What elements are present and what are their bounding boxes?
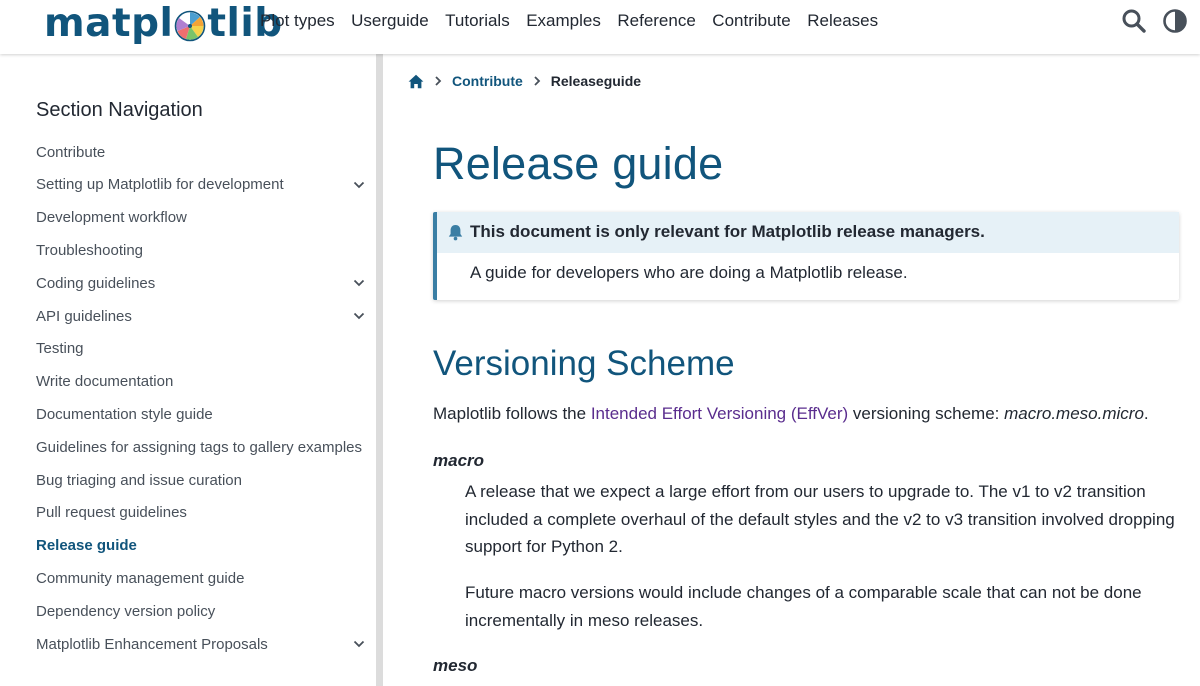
sidebar-item-setting-up-matplotlib-for-development[interactable]: Setting up Matplotlib for development [36,172,372,198]
chevron-right-icon [534,76,541,86]
intro-text: Maplotlib follows the [433,404,591,423]
breadcrumb: Contribute Releaseguide [408,71,641,91]
sidebar-item-write-documentation[interactable]: Write documentation [36,369,372,395]
sidebar-item-matplotlib-enhancement-proposals[interactable]: Matplotlib Enhancement Proposals [36,631,372,657]
sidebar-item-development-workflow[interactable]: Development workflow [36,205,372,231]
theme-toggle-icon[interactable] [1162,8,1188,34]
effver-link[interactable]: Intended Effort Versioning (EffVer) [591,404,848,423]
intro-text-end: . [1143,404,1149,423]
chevron-down-icon[interactable] [352,309,366,323]
breadcrumb-contribute-link[interactable]: Contribute [452,73,523,89]
sidebar-scrollbar[interactable] [376,54,383,686]
sidebar-item-label: Community management guide [36,569,245,587]
section-heading-versioning: Versioning Scheme [433,344,735,383]
breadcrumb-current: Releaseguide [550,73,642,89]
nav-plot-types[interactable]: Plot types [260,10,335,32]
nav-tutorials[interactable]: Tutorials [445,10,510,32]
sidebar-item-label: Bug triaging and issue curation [36,471,242,489]
admonition-note: This document is only relevant for Matpl… [433,212,1179,300]
bell-icon [448,225,463,241]
nav-userguide[interactable]: Userguide [351,10,429,32]
sidebar-item-label: Setting up Matplotlib for development [36,176,284,194]
sidebar-item-label: Pull request guidelines [36,504,187,522]
nav-contribute[interactable]: Contribute [712,10,790,32]
sidebar-item-label: Matplotlib Enhancement Proposals [36,635,268,653]
sidebar-item-label: Documentation style guide [36,405,213,423]
sidebar-item-pull-request-guidelines[interactable]: Pull request guidelines [36,500,372,526]
chevron-down-icon[interactable] [352,637,366,651]
sidebar-item-label: Troubleshooting [36,241,144,259]
sidebar-item-release-guide[interactable]: Release guide [36,533,372,559]
definition-term-macro: macro [433,451,485,470]
logo-text-left: matpl [44,0,174,46]
search-icon[interactable] [1121,8,1147,34]
version-scheme: macro.meso.micro [1004,404,1144,423]
admonition-body: A guide for developers who are doing a M… [470,263,908,282]
sidebar-item-label: Write documentation [36,373,174,391]
sidebar-item-label: API guidelines [36,307,132,325]
admonition-title: This document is only relevant for Matpl… [470,222,985,241]
sidebar-item-troubleshooting[interactable]: Troubleshooting [36,237,372,263]
section-navigation-title: Section Navigation [36,99,203,121]
chevron-down-icon[interactable] [352,178,366,192]
sidebar-item-label: Release guide [36,537,137,555]
logo-wheel-icon [175,10,206,42]
sidebar-item-label: Coding guidelines [36,274,156,292]
sidebar-item-testing[interactable]: Testing [36,336,372,362]
sidebar-item-label: Dependency version policy [36,602,216,620]
sidebar-item-dependency-version-policy[interactable]: Dependency version policy [36,598,372,624]
page-title: Release guide [433,138,724,189]
home-icon[interactable] [408,74,424,89]
matplotlib-logo[interactable]: matpl tlib [44,0,283,46]
sidebar-item-label: Guidelines for assigning tags to gallery… [36,438,363,456]
nav-reference[interactable]: Reference [617,10,695,32]
sidebar-item-documentation-style-guide[interactable]: Documentation style guide [36,401,372,427]
versioning-intro: Maplotlib follows the Intended Effort Ve… [433,404,1149,424]
sidebar-item-label: Contribute [36,143,106,161]
chevron-down-icon[interactable] [352,276,366,290]
definition-term-meso: meso [433,656,478,675]
sidebar-item-contribute[interactable]: Contribute [36,139,372,165]
intro-text-after: versioning scheme: [848,404,1005,423]
chevron-right-icon [435,76,442,86]
sidebar-item-label: Testing [36,340,84,358]
top-navbar: matpl tlib Plot types Userguide Tutorial… [0,0,1200,54]
sidebar-item-guidelines-for-assigning-tags-to-gallery-examples[interactable]: Guidelines for assigning tags to gallery… [36,434,372,460]
sidebar-item-coding-guidelines[interactable]: Coding guidelines [36,270,372,296]
sidebar-item-label: Development workflow [36,209,187,227]
sidebar-item-bug-triaging-and-issue-curation[interactable]: Bug triaging and issue curation [36,467,372,493]
nav-releases[interactable]: Releases [807,10,878,32]
sidebar-item-community-management-guide[interactable]: Community management guide [36,565,372,591]
sidebar-item-api-guidelines[interactable]: API guidelines [36,303,372,329]
definition-macro-p1: A release that we expect a large effort … [465,482,1175,556]
definition-macro-p2: Future macro versions would include chan… [465,583,1142,630]
main-nav: Plot types Userguide Tutorials Examples … [260,10,895,32]
nav-examples[interactable]: Examples [526,10,601,32]
